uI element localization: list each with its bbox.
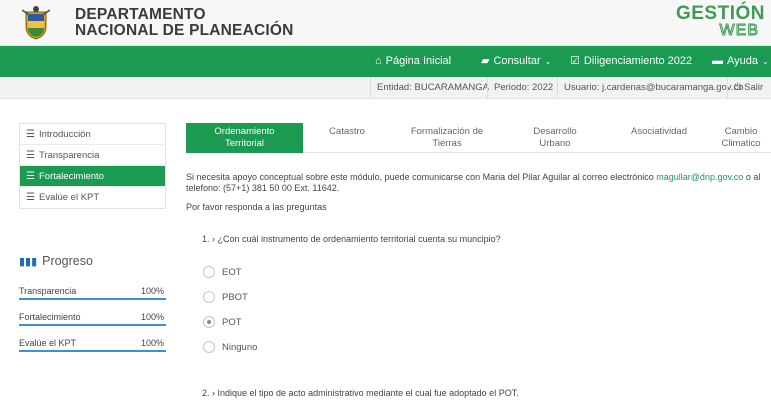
support-email-link[interactable]: magullar@dnp.gov.co: [656, 172, 743, 182]
gestion-web-logo: GESTIÓN WEB: [675, 4, 765, 44]
user-info: Usuario: j.cardenas@bucaramanga.gov.co: [557, 77, 750, 98]
tab-label-line1: Cambio: [724, 126, 758, 137]
nav-home-link[interactable]: ⌂ Página Inicial: [375, 46, 451, 77]
tab-label-line2: Territorial: [224, 138, 265, 149]
department-title-line2: NACIONAL DE PLANEACIÓN: [75, 22, 294, 39]
radio-option-label: Ninguno: [222, 342, 258, 353]
progress-label: Fortalecimiento: [19, 312, 81, 322]
topic-tabs: Ordenamiento Territorial Catastro Formal…: [186, 123, 771, 153]
progress-row-fortalecimiento: Fortalecimiento 100%: [19, 310, 166, 326]
progress-row-evalue-kpt: Evalúe el KPT 100%: [19, 336, 166, 352]
tab-label-line1: Ordenamiento: [214, 126, 275, 137]
power-icon: ⏻: [734, 82, 742, 93]
nav-help-dropdown[interactable]: ▬ Ayuda ⌄: [712, 46, 769, 77]
radio-button[interactable]: [203, 266, 215, 278]
instructions-text: Por favor responda a las preguntas: [186, 202, 327, 212]
progress-title: Progreso: [42, 254, 93, 268]
logout-label: Salir: [744, 82, 764, 93]
list-icon: ☰: [26, 192, 35, 203]
radio-option-label: EOT: [222, 267, 242, 278]
sidebar-item-transparencia[interactable]: ☰ Transparencia: [20, 145, 165, 166]
list-icon: ☰: [26, 150, 35, 161]
home-icon: ⌂: [375, 55, 382, 67]
bar-chart-icon: ▮▮▮: [19, 256, 38, 268]
logout-button[interactable]: ⏻ Salir: [727, 77, 769, 98]
question-1-text: 1. › ¿Con cuál instrumento de ordenamien…: [202, 234, 501, 244]
progress-label: Transparencia: [19, 286, 77, 296]
tab-catastro[interactable]: Catastro: [303, 123, 391, 153]
intro-text: Si necesita apoyo conceptual sobre este …: [186, 172, 654, 182]
department-title: DEPARTAMENTO NACIONAL DE PLANEACIÓN: [75, 7, 294, 39]
progress-value: 100%: [140, 338, 164, 348]
tab-label-line2: Climatico: [721, 138, 761, 149]
tab-label-line2: Tierras: [432, 138, 462, 149]
section-menu: ☰ Introducción ☰ Transparencia ☰ Fortalecim…: [19, 123, 166, 209]
radio-button-selected[interactable]: [203, 316, 215, 328]
main-navbar: ⌂ Página Inicial ▰ Consultar ⌄ ☑ Diligenciam…: [0, 46, 771, 77]
radio-button[interactable]: [203, 291, 215, 303]
nav-home-label: Página Inicial: [385, 55, 452, 67]
list-icon: ☰: [26, 129, 35, 140]
tab-label-line1: Desarrollo: [533, 126, 577, 137]
sidebar-item-label: Fortalecimiento: [39, 171, 104, 182]
radio-button[interactable]: [203, 341, 215, 353]
department-title-line1: DEPARTAMENTO: [75, 6, 206, 23]
tab-formalizacion-tierras[interactable]: Formalización de Tierras: [391, 123, 503, 153]
sidebar-item-label: Evalúe el KPT: [39, 192, 100, 203]
tab-desarrollo-urbano[interactable]: Desarrollo Urbano: [503, 123, 607, 153]
progress-label: Evalúe el KPT: [19, 338, 77, 348]
question-2-text: 2. › Indique el tipo de acto administrat…: [202, 388, 519, 398]
nav-diligence-label: Diligenciamiento 2022: [583, 55, 693, 67]
tab-label-line1: Catastro: [329, 126, 365, 137]
radio-option-label: POT: [222, 317, 242, 328]
progress-value: 100%: [140, 312, 164, 322]
list-icon: ☰: [26, 171, 35, 182]
tab-label-line1: Formalización de: [410, 126, 484, 137]
progress-value: 100%: [140, 286, 164, 296]
nav-diligence-link[interactable]: ☑ Diligenciamiento 2022: [570, 46, 692, 77]
entity-info: Entidad: BUCARAMANGA: [370, 77, 495, 98]
sidebar-item-label: Transparencia: [39, 150, 100, 161]
nav-help-label: Ayuda: [727, 55, 758, 67]
progress-row-transparencia: Transparencia 100%: [19, 284, 166, 300]
sidebar-item-fortalecimiento[interactable]: ☰ Fortalecimiento: [20, 166, 165, 187]
coat-of-arms-logo: [22, 6, 50, 40]
sidebar-item-evalue-kpt[interactable]: ☰ Evalúe el KPT: [20, 187, 165, 208]
tab-label-line1: Asociatividad: [631, 126, 687, 137]
chevron-down-icon: ⌄: [544, 57, 552, 66]
page: DEPARTAMENTO NACIONAL DE PLANEACIÓN GEST…: [0, 0, 771, 415]
sidebar-item-introduccion[interactable]: ☰ Introducción: [20, 124, 165, 145]
chevron-down-icon: ⌄: [762, 57, 769, 66]
nav-consult-label: Consultar: [493, 55, 541, 67]
tab-asociatividad[interactable]: Asociatividad: [607, 123, 711, 153]
support-info-text: Si necesita apoyo conceptual sobre este …: [186, 172, 771, 194]
tab-cambio-climatico[interactable]: Cambio Climatico: [711, 123, 771, 153]
session-info-bar: Entidad: BUCARAMANGA Periodo: 2022 Usuar…: [0, 77, 771, 99]
chat-icon: ▬: [712, 55, 723, 67]
sidebar-item-label: Introducción: [39, 129, 91, 140]
tab-ordenamiento-territorial[interactable]: Ordenamiento Territorial: [186, 123, 303, 153]
folder-icon: ▰: [481, 55, 490, 67]
tab-label-line2: Urbano: [539, 138, 571, 149]
support-phone: (57+1) 381 50 00 Ext. 11642.: [223, 183, 340, 193]
progress-heading: ▮▮▮ Progreso: [19, 254, 93, 268]
logo-text-top: GESTIÓN: [675, 3, 765, 24]
radio-option-label: PBOT: [222, 292, 248, 303]
edit-icon: ☑: [570, 55, 580, 67]
nav-consult-dropdown[interactable]: ▰ Consultar ⌄: [481, 46, 551, 77]
period-info: Periodo: 2022: [487, 77, 559, 98]
header: DEPARTAMENTO NACIONAL DE PLANEACIÓN GEST…: [0, 0, 771, 46]
logo-text-bottom: WEB: [719, 22, 759, 40]
